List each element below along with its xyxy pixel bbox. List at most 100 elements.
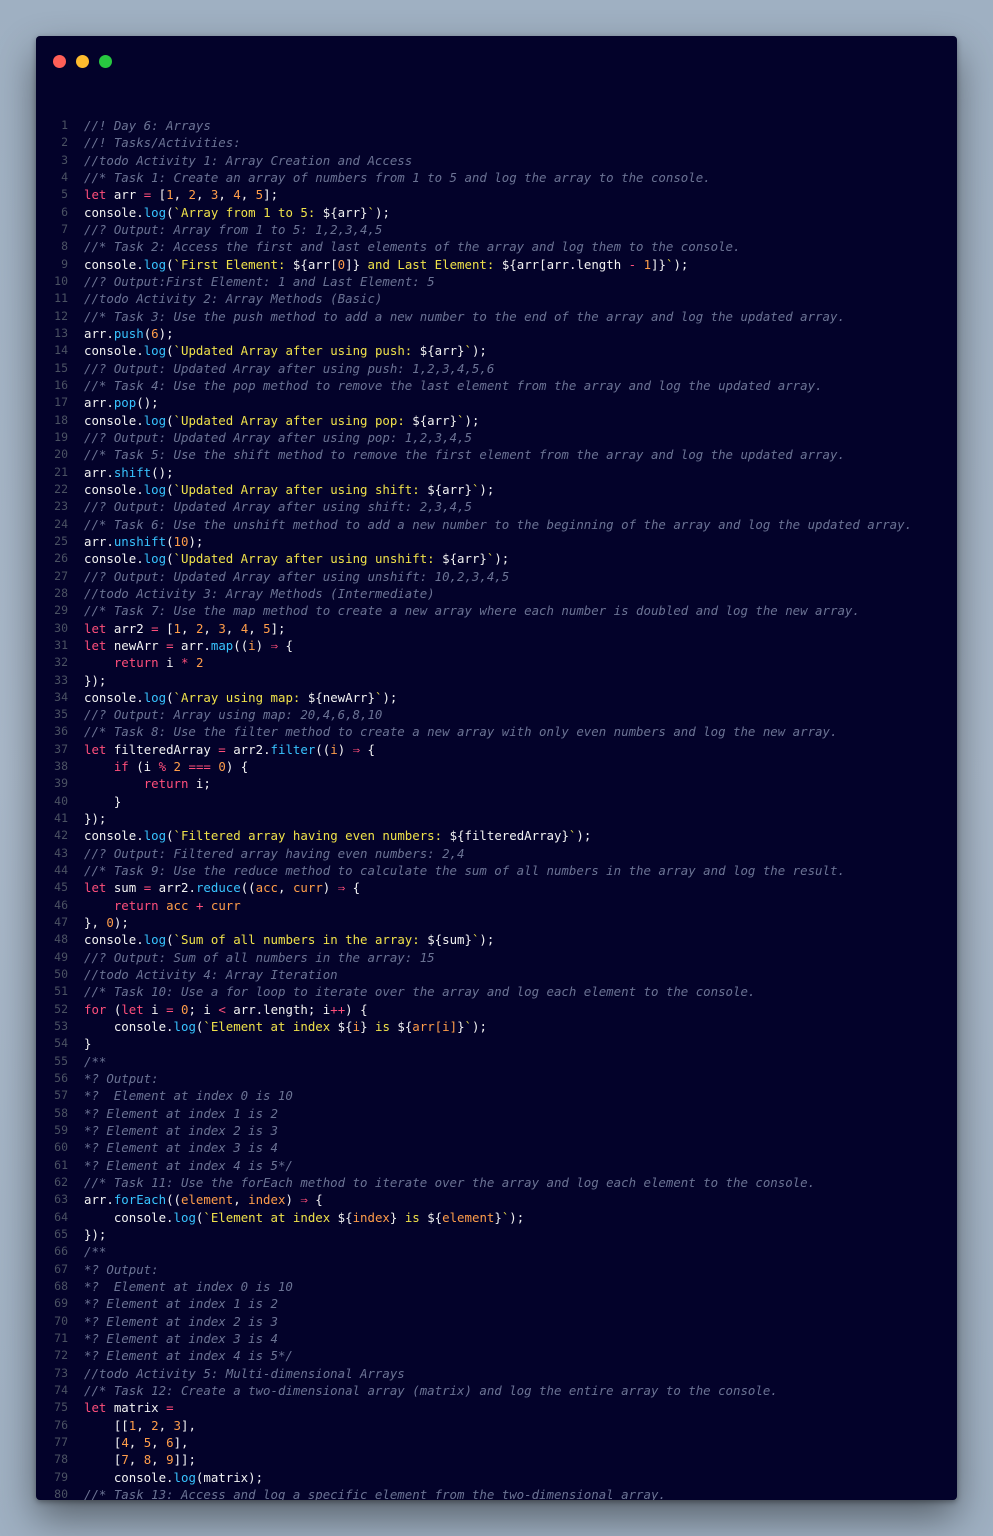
- code-token: );: [374, 204, 390, 220]
- code-token: 7: [121, 1452, 129, 1468]
- line-source: console.log(`Array from 1 to 5: ${arr}`)…: [68, 204, 390, 221]
- code-token: ,: [151, 1452, 167, 1468]
- code-token: let: [84, 880, 107, 896]
- code-line: 4 //* Task 1: Create an array of numbers …: [36, 169, 957, 186]
- code-token: console.: [84, 481, 144, 497]
- code-token: ${arr}: [412, 412, 458, 428]
- code-token: log: [173, 1469, 196, 1485]
- code-line: 25 arr.unshift(10);: [36, 533, 957, 550]
- code-token: sum: [106, 880, 144, 896]
- code-token: console.: [84, 1209, 174, 1225]
- code-line: 19 //? Output: Updated Array after using …: [36, 429, 957, 446]
- code-token: return: [113, 897, 159, 913]
- code-token: log: [143, 828, 167, 844]
- code-token: *? Element at index 2 is 3: [84, 1313, 278, 1329]
- code-line: 75 let matrix =: [36, 1399, 957, 1416]
- code-line: 30 let arr2 = [1, 2, 3, 4, 5];: [36, 620, 957, 637]
- code-token: [: [84, 1452, 122, 1468]
- line-source: //* Task 9: Use the reduce method to cal…: [68, 862, 845, 879]
- code-token: `: [367, 204, 375, 220]
- code-line: 11 //todo Activity 2: Array Methods (Basi…: [36, 290, 957, 307]
- line-number: 30: [54, 620, 68, 635]
- line-number: 54: [54, 1036, 68, 1051]
- code-token: 0: [181, 1001, 189, 1017]
- code-line: 20 //* Task 5: Use the shift method to re…: [36, 446, 957, 463]
- code-token: matrix: [106, 1400, 167, 1416]
- code-line: 49 //? Output: Sum of all numbers in the …: [36, 949, 957, 966]
- code-token: }: [494, 1209, 502, 1225]
- line-source: //? Output: Filtered array having even n…: [68, 845, 464, 862]
- line-source: arr.forEach((element, index) ⇒ {: [68, 1191, 323, 1208]
- code-token: //? Output: Updated Array after using pu…: [84, 360, 495, 376]
- code-token: let: [84, 741, 107, 757]
- code-token: //todo Activity 4: Array Iteration: [84, 967, 338, 983]
- line-source: [7, 8, 9]];: [68, 1451, 196, 1468]
- code-token: );: [479, 481, 495, 497]
- code-token: `Sum of all numbers in the array:: [173, 932, 428, 948]
- code-token: 4: [233, 187, 241, 203]
- minimize-window-button[interactable]: [76, 55, 89, 68]
- code-token: arr.: [84, 533, 114, 549]
- line-source: return i * 2: [68, 654, 204, 671]
- code-token: 2: [195, 655, 204, 671]
- line-source: });: [68, 810, 106, 827]
- code-token: //* Task 9: Use the reduce method to cal…: [84, 863, 845, 879]
- line-number: 26: [54, 551, 68, 566]
- code-editor[interactable]: 1 //! Day 6: Arrays 2 //! Tasks/Activities:…: [36, 117, 957, 1500]
- line-source: let newArr = arr.map((i) ⇒ {: [68, 637, 293, 654]
- code-line: 78 [7, 8, 9]];: [36, 1451, 957, 1468]
- code-token: arr.: [84, 464, 114, 480]
- code-line: 43 //? Output: Filtered array having even…: [36, 845, 957, 862]
- code-token: ${arr}: [322, 204, 368, 220]
- code-token: ,: [195, 187, 211, 203]
- code-line: 9 console.log(`First Element: ${arr[0]} a…: [36, 256, 957, 273]
- code-token: *? Element at index 4 is 5*/: [84, 1348, 293, 1364]
- close-window-button[interactable]: [53, 55, 66, 68]
- code-token: *? Output:: [84, 1261, 159, 1277]
- code-line: 14 console.log(`Updated Array after using…: [36, 342, 957, 359]
- line-source: /**: [68, 1243, 106, 1260]
- code-line: 32 return i * 2: [36, 654, 957, 671]
- code-token: ===: [188, 759, 211, 775]
- line-source: //* Task 2: Access the first and last el…: [68, 238, 740, 255]
- line-number: 22: [54, 481, 68, 496]
- line-source: });: [68, 672, 106, 689]
- code-token: ,: [158, 1417, 174, 1433]
- code-token: {: [307, 1192, 323, 1208]
- code-token: *? Element at index 3 is 4: [84, 1330, 278, 1346]
- code-line: 37 let filteredArray = arr2.filter((i) ⇒ …: [36, 741, 957, 758]
- line-source: return acc + curr: [68, 897, 241, 914]
- code-token: %: [158, 759, 167, 775]
- line-source: //* Task 12: Create a two-dimensional ar…: [68, 1382, 778, 1399]
- code-line: 38 if (i % 2 === 0) {: [36, 758, 957, 775]
- line-number: 11: [54, 291, 68, 306]
- code-line: 50 //todo Activity 4: Array Iteration: [36, 966, 957, 983]
- line-number: 38: [54, 759, 68, 774]
- code-token: log: [143, 689, 167, 705]
- code-token: `: [464, 343, 472, 359]
- code-token: `: [457, 412, 465, 428]
- line-source: *? Element at index 1 is 2: [68, 1295, 278, 1312]
- code-token: );: [158, 325, 174, 341]
- line-number: 13: [54, 325, 68, 340]
- code-token: (: [166, 412, 174, 428]
- line-source: console.log(`Sum of all numbers in the a…: [68, 931, 494, 948]
- line-source: *? Output:: [68, 1070, 159, 1087]
- code-token: ,: [151, 1434, 167, 1450]
- code-token: `Filtered array having even numbers:: [173, 828, 450, 844]
- maximize-window-button[interactable]: [99, 55, 112, 68]
- code-token: arr[i]: [412, 1019, 458, 1035]
- code-token: let: [84, 187, 107, 203]
- code-token: (: [166, 932, 174, 948]
- code-token: //* Task 8: Use the filter method to cre…: [84, 724, 838, 740]
- line-number: 51: [54, 984, 68, 999]
- code-line: 6 console.log(`Array from 1 to 5: ${arr}`…: [36, 204, 957, 221]
- line-source: *? Element at index 2 is 3: [68, 1313, 278, 1330]
- line-number: 16: [54, 377, 68, 392]
- code-token: );: [382, 689, 398, 705]
- code-token: }: [360, 1019, 368, 1035]
- code-token: ${: [427, 1209, 443, 1225]
- code-token: ],: [173, 1434, 189, 1450]
- code-token: log: [143, 932, 167, 948]
